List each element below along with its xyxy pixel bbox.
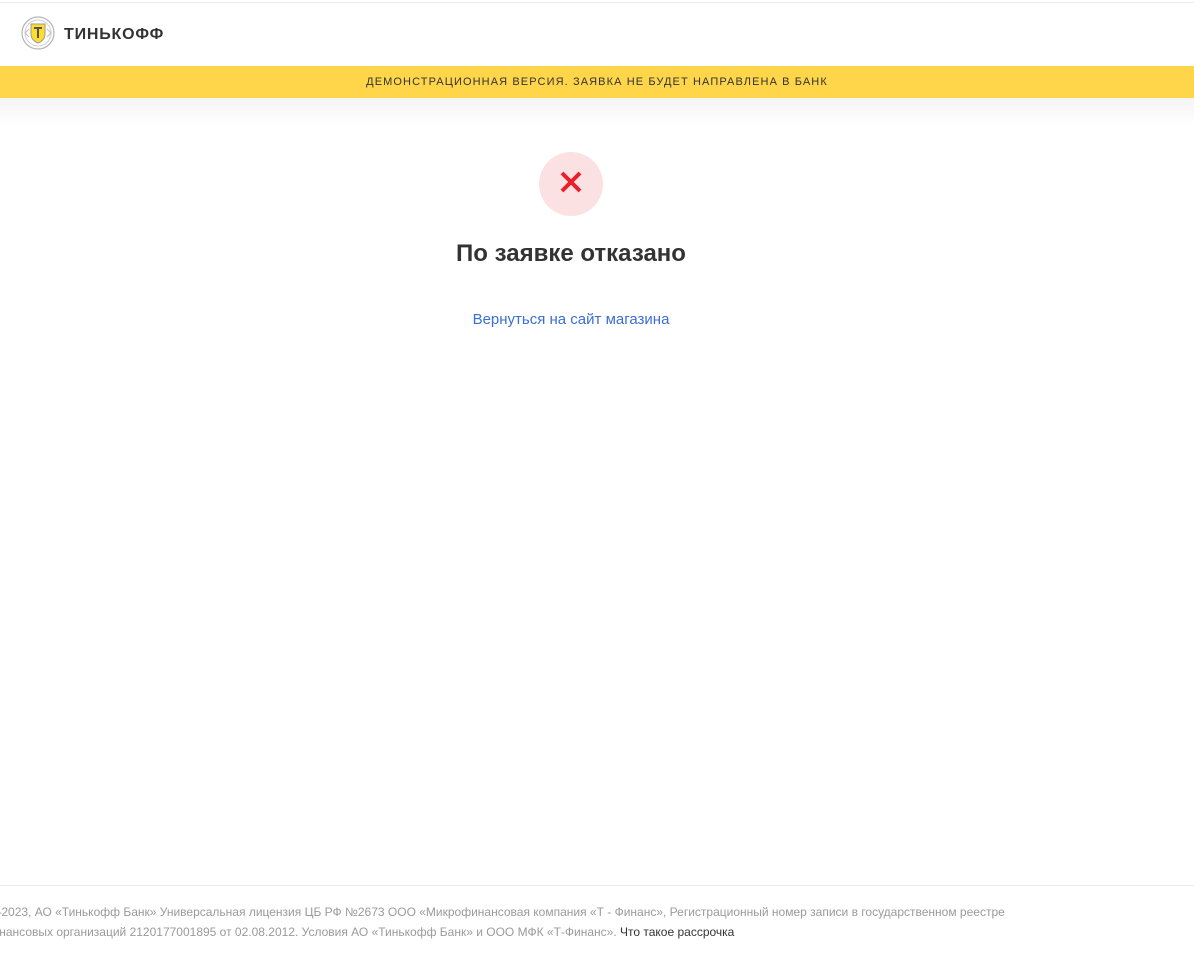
demo-banner-text: ДЕМОНСТРАЦИОННАЯ ВЕРСИЯ. ЗАЯВКА НЕ БУДЕТ…: [366, 76, 828, 88]
footer: 06—2023, АО «Тинькофф Банк» Универсальна…: [0, 885, 1194, 962]
banner-shadow: [0, 98, 1194, 126]
page: ТИНЬКОФФ ДЕМОНСТРАЦИОННАЯ ВЕРСИЯ. ЗАЯВКА…: [0, 0, 1194, 962]
logo-text: ТИНЬКОФФ: [64, 26, 165, 43]
demo-banner: ДЕМОНСТРАЦИОННАЯ ВЕРСИЯ. ЗАЯВКА НЕ БУДЕТ…: [0, 66, 1194, 98]
footer-line-2: офинансовых организаций 2120177001895 от…: [0, 922, 1176, 942]
header: ТИНЬКОФФ: [0, 2, 1194, 67]
tinkoff-shield-icon: [20, 15, 56, 56]
status-circle: [539, 152, 603, 216]
back-to-shop-link[interactable]: Вернуться на сайт магазина: [0, 311, 1142, 328]
page-title: По заявке отказано: [456, 240, 686, 267]
logo[interactable]: ТИНЬКОФФ: [20, 15, 165, 51]
footer-line-2-text: офинансовых организаций 2120177001895 от…: [0, 925, 617, 939]
close-icon: [559, 170, 583, 199]
footer-legal-text: 06—2023, АО «Тинькофф Банк» Универсальна…: [0, 902, 1176, 942]
installment-info-link[interactable]: Что такое рассрочка: [620, 925, 734, 939]
footer-line-1: 06—2023, АО «Тинькофф Банк» Универсальна…: [0, 905, 1005, 919]
